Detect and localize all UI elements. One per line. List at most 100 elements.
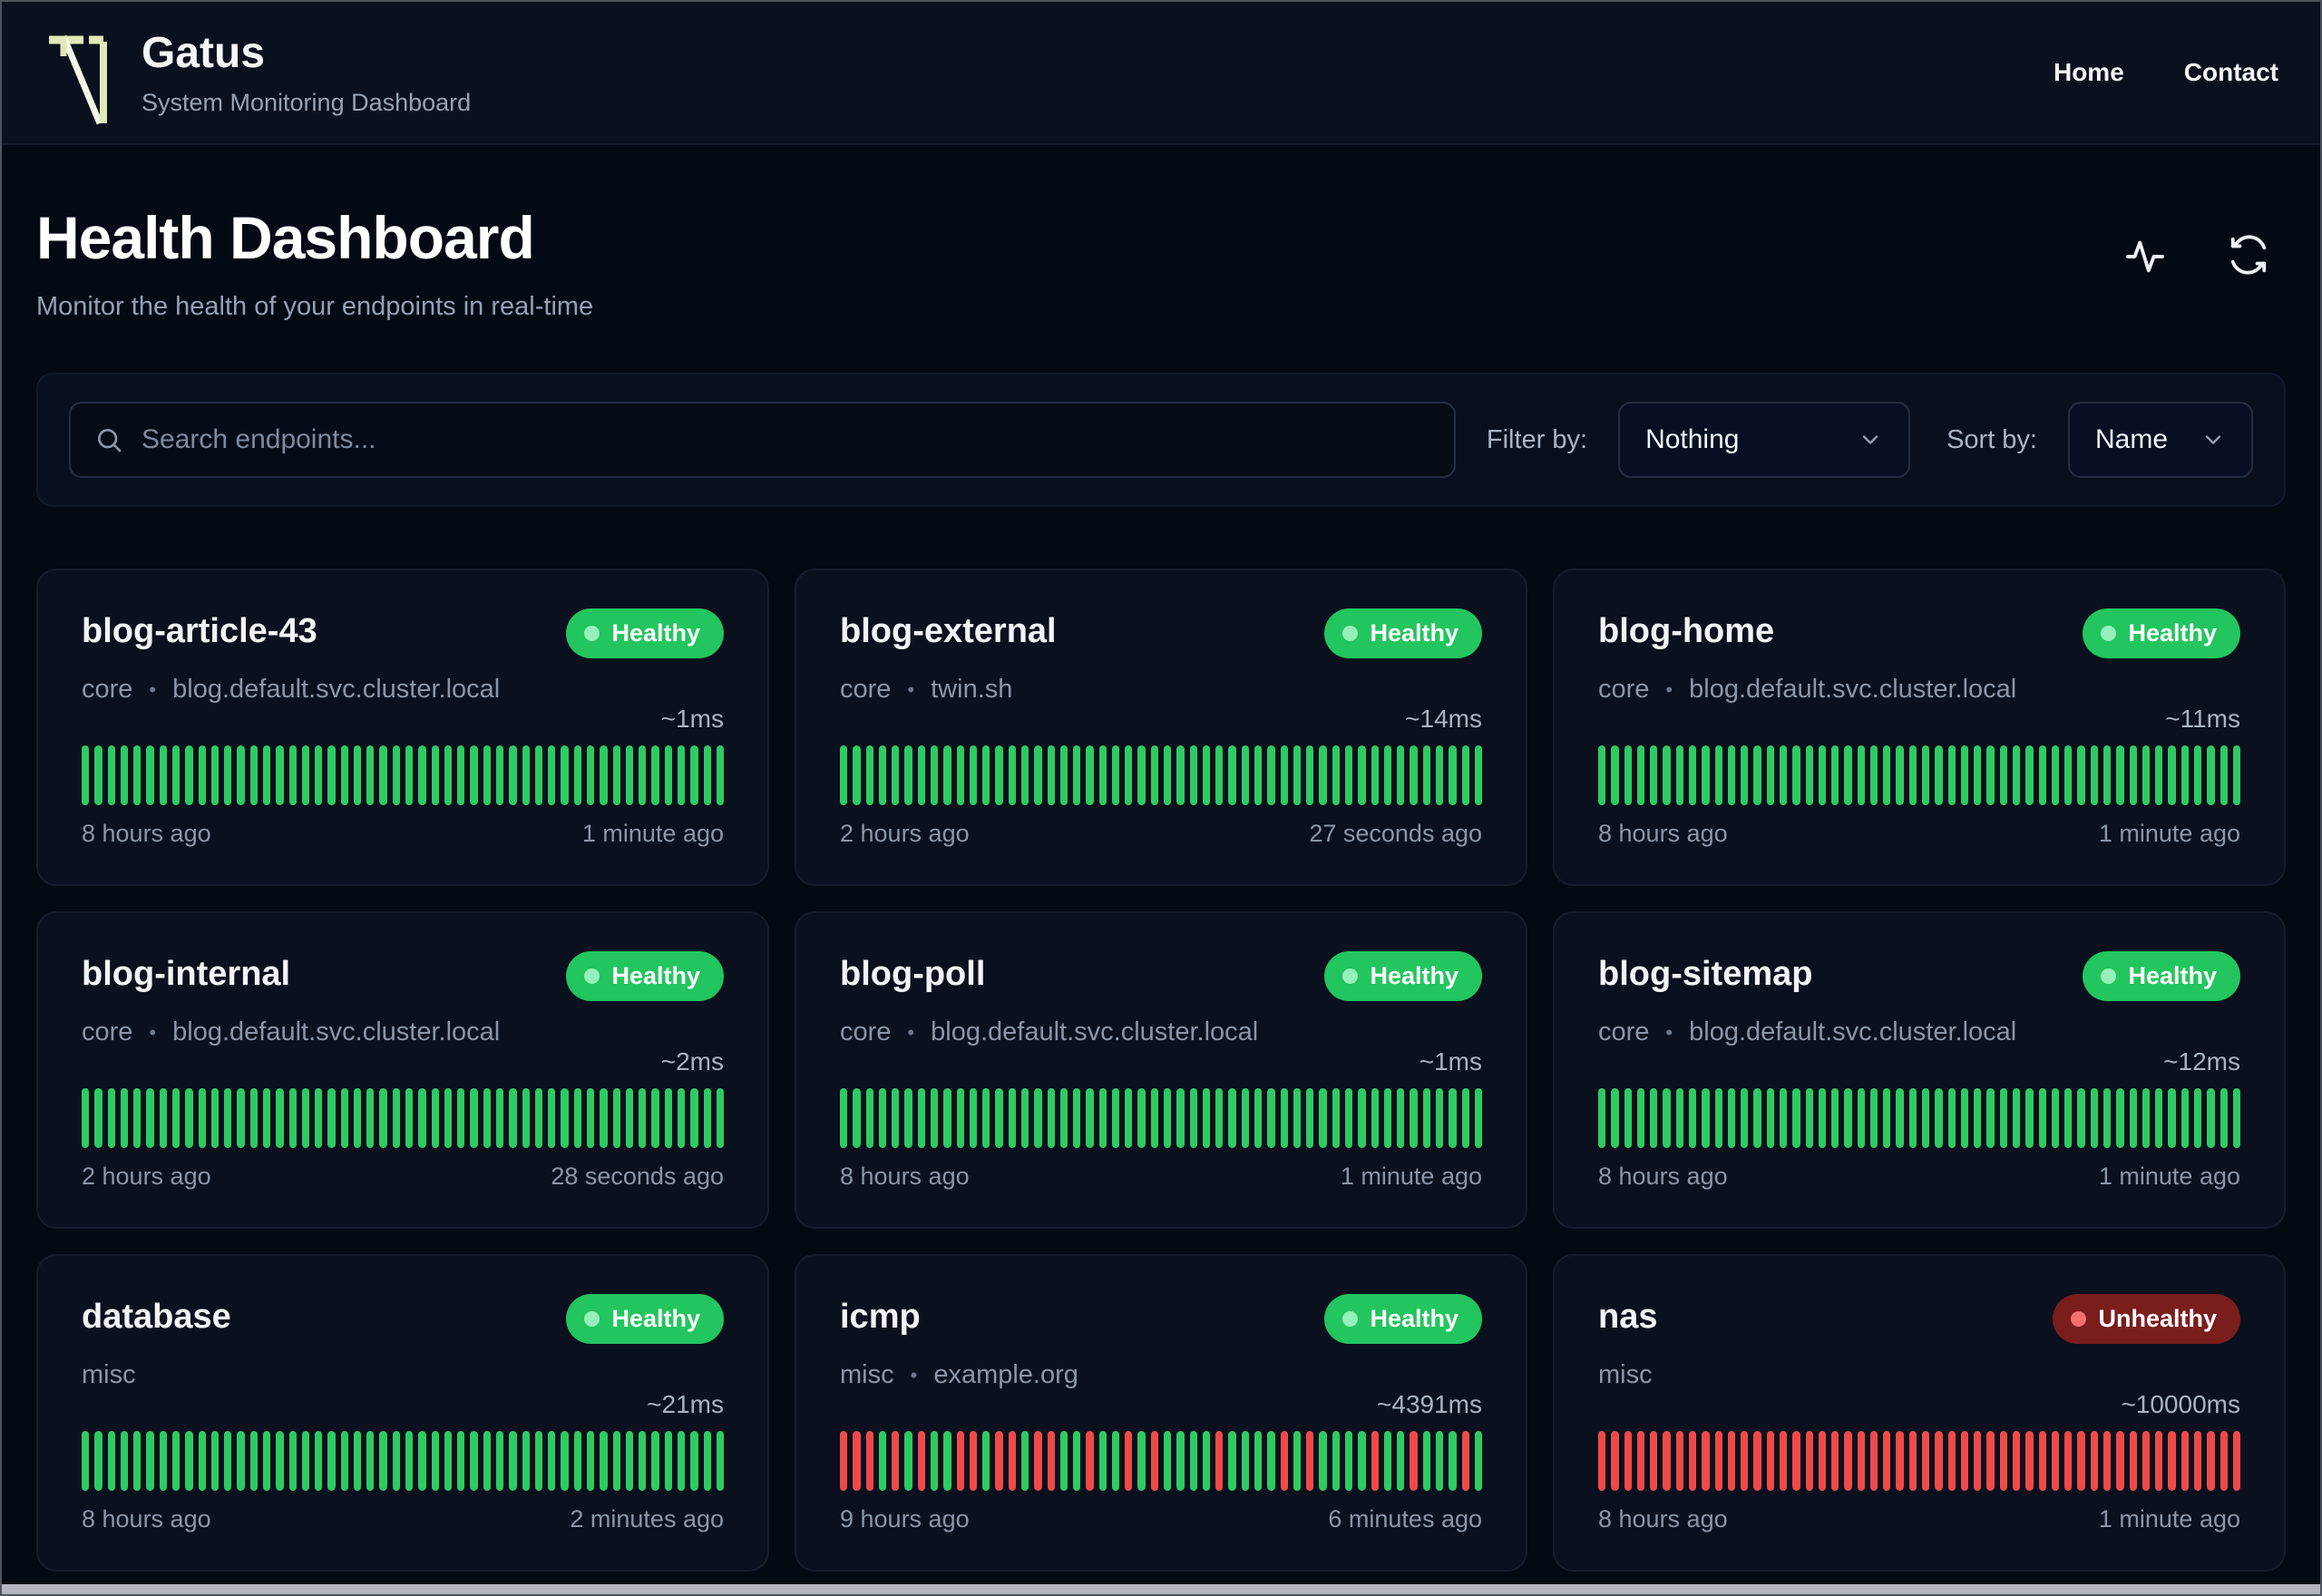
uptime-bar-up — [1663, 745, 1671, 805]
status-badge: Healthy — [566, 608, 724, 658]
uptime-bar-up — [651, 1088, 659, 1148]
endpoint-card[interactable]: blog-article-43 Healthy core • blog.defa… — [36, 569, 769, 886]
uptime-bar-up — [483, 1431, 491, 1491]
uptime-bar-up — [2142, 745, 2151, 805]
endpoint-card[interactable]: blog-internal Healthy core • blog.defaul… — [36, 911, 769, 1229]
top-nav: Home Contact — [2054, 58, 2278, 87]
uptime-bar-up — [1779, 745, 1788, 805]
endpoint-meta: core • blog.default.svc.cluster.local — [82, 1017, 724, 1047]
uptime-bar-down — [1935, 1431, 1943, 1491]
uptime-bar-down — [1766, 1431, 1774, 1491]
activity-icon[interactable] — [2124, 234, 2166, 276]
endpoint-card[interactable]: database Healthy misc ~21ms 8 hours ago … — [36, 1254, 769, 1572]
uptime-bar-up — [340, 1088, 348, 1148]
status-badge-label: Healthy — [611, 1305, 700, 1332]
status-dot-icon — [584, 626, 600, 641]
uptime-bar-up — [1358, 745, 1366, 805]
uptime-bar-up — [249, 1431, 258, 1491]
uptime-bar-up — [1624, 745, 1632, 805]
search-input[interactable] — [141, 424, 1430, 455]
uptime-bar-up — [2193, 1088, 2202, 1148]
uptime-bar-up — [457, 1431, 465, 1491]
uptime-bar-up — [1125, 745, 1133, 805]
uptime-bars[interactable] — [82, 1431, 725, 1491]
uptime-bar-down — [2220, 1431, 2228, 1491]
endpoint-card[interactable]: blog-home Healthy core • blog.default.sv… — [1553, 569, 2286, 886]
uptime-bar-up — [639, 1088, 647, 1148]
uptime-bar-down — [1714, 1431, 1722, 1491]
endpoint-meta: misc — [1598, 1360, 2240, 1390]
oldest-time-label: 8 hours ago — [1598, 1505, 1728, 1533]
sort-select-value: Name — [2095, 424, 2169, 454]
endpoint-meta: core • blog.default.svc.cluster.local — [1598, 1017, 2240, 1047]
uptime-bars[interactable] — [1598, 1431, 2241, 1491]
sort-by-label: Sort by: — [1946, 424, 2037, 454]
uptime-bars[interactable] — [1598, 1088, 2241, 1148]
oldest-time-label: 8 hours ago — [82, 1505, 211, 1533]
uptime-bar-up — [1449, 1431, 1457, 1491]
sort-select[interactable]: Name — [2068, 402, 2253, 478]
uptime-bar-down — [1831, 1431, 1839, 1491]
uptime-bar-down — [2064, 1431, 2073, 1491]
uptime-bars[interactable] — [840, 1431, 1483, 1491]
uptime-bar-up — [1702, 745, 1710, 805]
refresh-icon[interactable] — [2228, 234, 2269, 276]
uptime-bar-down — [865, 1431, 873, 1491]
uptime-bar-up — [1047, 1088, 1055, 1148]
endpoint-meta: core • twin.sh — [840, 675, 1482, 705]
uptime-bar-up — [315, 1088, 323, 1148]
endpoint-group: core — [1598, 675, 1650, 704]
uptime-bars[interactable] — [82, 1088, 725, 1148]
uptime-bar-up — [690, 745, 698, 805]
oldest-time-label: 8 hours ago — [1598, 1163, 1728, 1190]
uptime-bar-up — [1059, 1431, 1068, 1491]
uptime-bars[interactable] — [840, 1088, 1483, 1148]
nav-link-home[interactable]: Home — [2054, 58, 2124, 87]
uptime-bar-up — [1714, 745, 1722, 805]
uptime-bar-up — [878, 745, 887, 805]
search-box — [69, 402, 1456, 478]
endpoint-group: misc — [82, 1360, 136, 1389]
uptime-bar-up — [224, 1431, 232, 1491]
uptime-bars[interactable] — [1598, 745, 2241, 805]
uptime-bar-down — [1008, 1431, 1016, 1491]
uptime-bar-up — [943, 1088, 951, 1148]
uptime-bar-up — [1059, 745, 1068, 805]
uptime-bar-down — [1741, 1431, 1749, 1491]
status-dot-icon — [584, 968, 600, 984]
uptime-bar-up — [509, 745, 517, 805]
newest-time-label: 1 minute ago — [2098, 820, 2240, 847]
uptime-bar-up — [943, 745, 951, 805]
uptime-bar-up — [982, 745, 990, 805]
page-head-text: Health Dashboard Monitor the health of y… — [36, 203, 593, 322]
uptime-bar-down — [2232, 1431, 2241, 1491]
latency-label: ~2ms — [660, 1047, 724, 1075]
endpoint-card[interactable]: nas Unhealthy misc ~10000ms 8 hours ago … — [1553, 1254, 2286, 1572]
uptime-bar-up — [509, 1088, 517, 1148]
uptime-bar-up — [1688, 1088, 1697, 1148]
uptime-bars[interactable] — [82, 745, 725, 805]
endpoint-card[interactable]: icmp Healthy misc • example.org ~4391ms … — [795, 1254, 1527, 1572]
uptime-bar-up — [1047, 745, 1055, 805]
uptime-bar-up — [2064, 1088, 2073, 1148]
uptime-bar-up — [2116, 745, 2124, 805]
endpoint-card[interactable]: blog-sitemap Healthy core • blog.default… — [1553, 911, 2286, 1229]
uptime-bar-up — [2129, 1088, 2137, 1148]
endpoint-card[interactable]: blog-poll Healthy core • blog.default.sv… — [795, 911, 1527, 1229]
uptime-bar-up — [1753, 1088, 1761, 1148]
endpoint-group: core — [840, 675, 892, 704]
uptime-bar-up — [2102, 1088, 2112, 1148]
uptime-bar-down — [2155, 1431, 2163, 1491]
uptime-bars[interactable] — [840, 745, 1483, 805]
endpoint-card[interactable]: blog-external Healthy core • twin.sh ~14… — [795, 569, 1527, 886]
uptime-bar-up — [1611, 1088, 1619, 1148]
uptime-bar-up — [198, 1431, 206, 1491]
filter-select[interactable]: Nothing — [1618, 402, 1911, 478]
uptime-bar-up — [703, 745, 711, 805]
uptime-bar-down — [1675, 1431, 1683, 1491]
nav-link-contact[interactable]: Contact — [2184, 58, 2278, 87]
horizontal-scrollbar[interactable] — [2, 1584, 2320, 1594]
uptime-bar-up — [1189, 1088, 1197, 1148]
uptime-bar-down — [1624, 1431, 1632, 1491]
uptime-bar-up — [1098, 745, 1107, 805]
